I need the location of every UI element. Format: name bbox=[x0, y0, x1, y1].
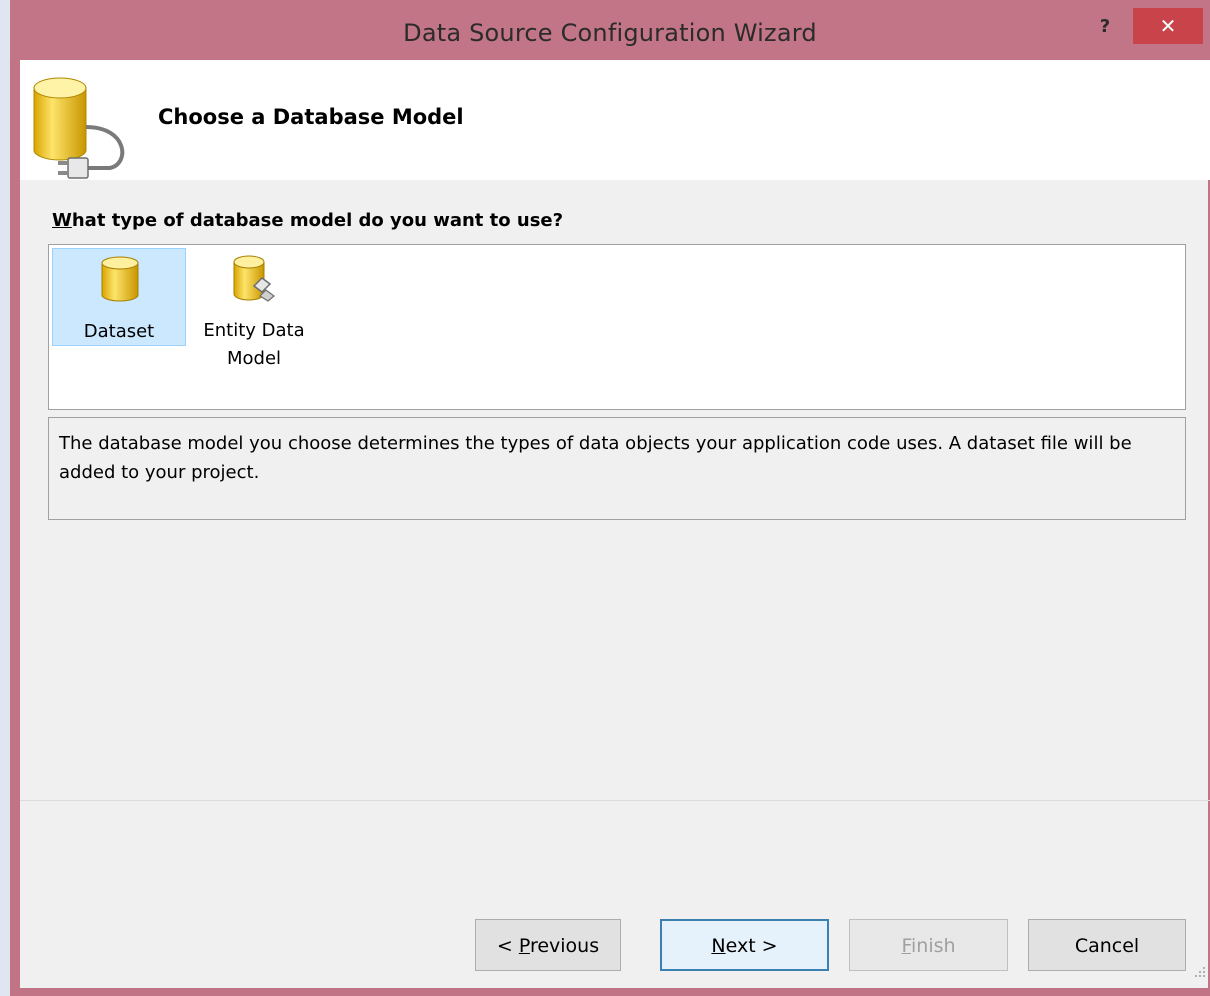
next-accesskey: N bbox=[711, 935, 726, 957]
help-button[interactable]: ? bbox=[1080, 10, 1130, 44]
database-model-list[interactable]: Dataset Entity Data Model bbox=[48, 244, 1186, 410]
previous-accesskey: P bbox=[518, 935, 530, 957]
page-title: Choose a Database Model bbox=[158, 105, 464, 129]
finish-label: inish bbox=[911, 935, 956, 957]
wizard-window: Data Source Configuration Wizard ? ✕ Cho… bbox=[10, 0, 1210, 996]
model-description: The database model you choose determines… bbox=[48, 417, 1186, 520]
entity-data-model-icon bbox=[233, 255, 275, 302]
wizard-content: Choose a Database Model What type of dat… bbox=[20, 60, 1210, 988]
previous-prefix: < bbox=[496, 935, 519, 957]
model-item-entity-data-model[interactable]: Entity Data Model bbox=[187, 248, 321, 369]
prompt-text: hat type of database model do you want t… bbox=[71, 210, 564, 231]
window-title: Data Source Configuration Wizard bbox=[403, 19, 817, 47]
finish-accesskey: F bbox=[901, 935, 911, 957]
footer-divider bbox=[20, 800, 1210, 801]
close-button[interactable]: ✕ bbox=[1133, 8, 1203, 44]
model-label-line1: Entity Data bbox=[203, 320, 305, 341]
next-button[interactable]: Next > bbox=[660, 919, 829, 971]
cancel-button[interactable]: Cancel bbox=[1028, 919, 1186, 971]
dataset-cylinder-icon bbox=[101, 256, 139, 302]
next-label: ext > bbox=[725, 935, 778, 957]
database-plug-icon bbox=[33, 77, 125, 179]
finish-button[interactable]: Finish bbox=[849, 919, 1008, 971]
prompt-accesskey: W bbox=[52, 210, 72, 231]
title-bar[interactable]: Data Source Configuration Wizard ? ✕ bbox=[10, 0, 1210, 60]
desktop-background bbox=[0, 0, 10, 996]
model-label-line2: Model bbox=[226, 348, 282, 369]
resize-grip-icon[interactable] bbox=[1192, 964, 1206, 978]
model-item-dataset[interactable]: Dataset bbox=[52, 248, 186, 346]
close-icon: ✕ bbox=[1159, 14, 1177, 38]
model-label-dataset: Dataset bbox=[83, 321, 155, 342]
previous-button[interactable]: < Previous bbox=[475, 919, 621, 971]
model-label-entity-data-model: Entity Data Model bbox=[187, 317, 321, 373]
model-type-prompt: What type of database model do you want … bbox=[52, 210, 563, 231]
previous-label: revious bbox=[529, 935, 600, 957]
wizard-header: Choose a Database Model bbox=[20, 60, 1210, 180]
